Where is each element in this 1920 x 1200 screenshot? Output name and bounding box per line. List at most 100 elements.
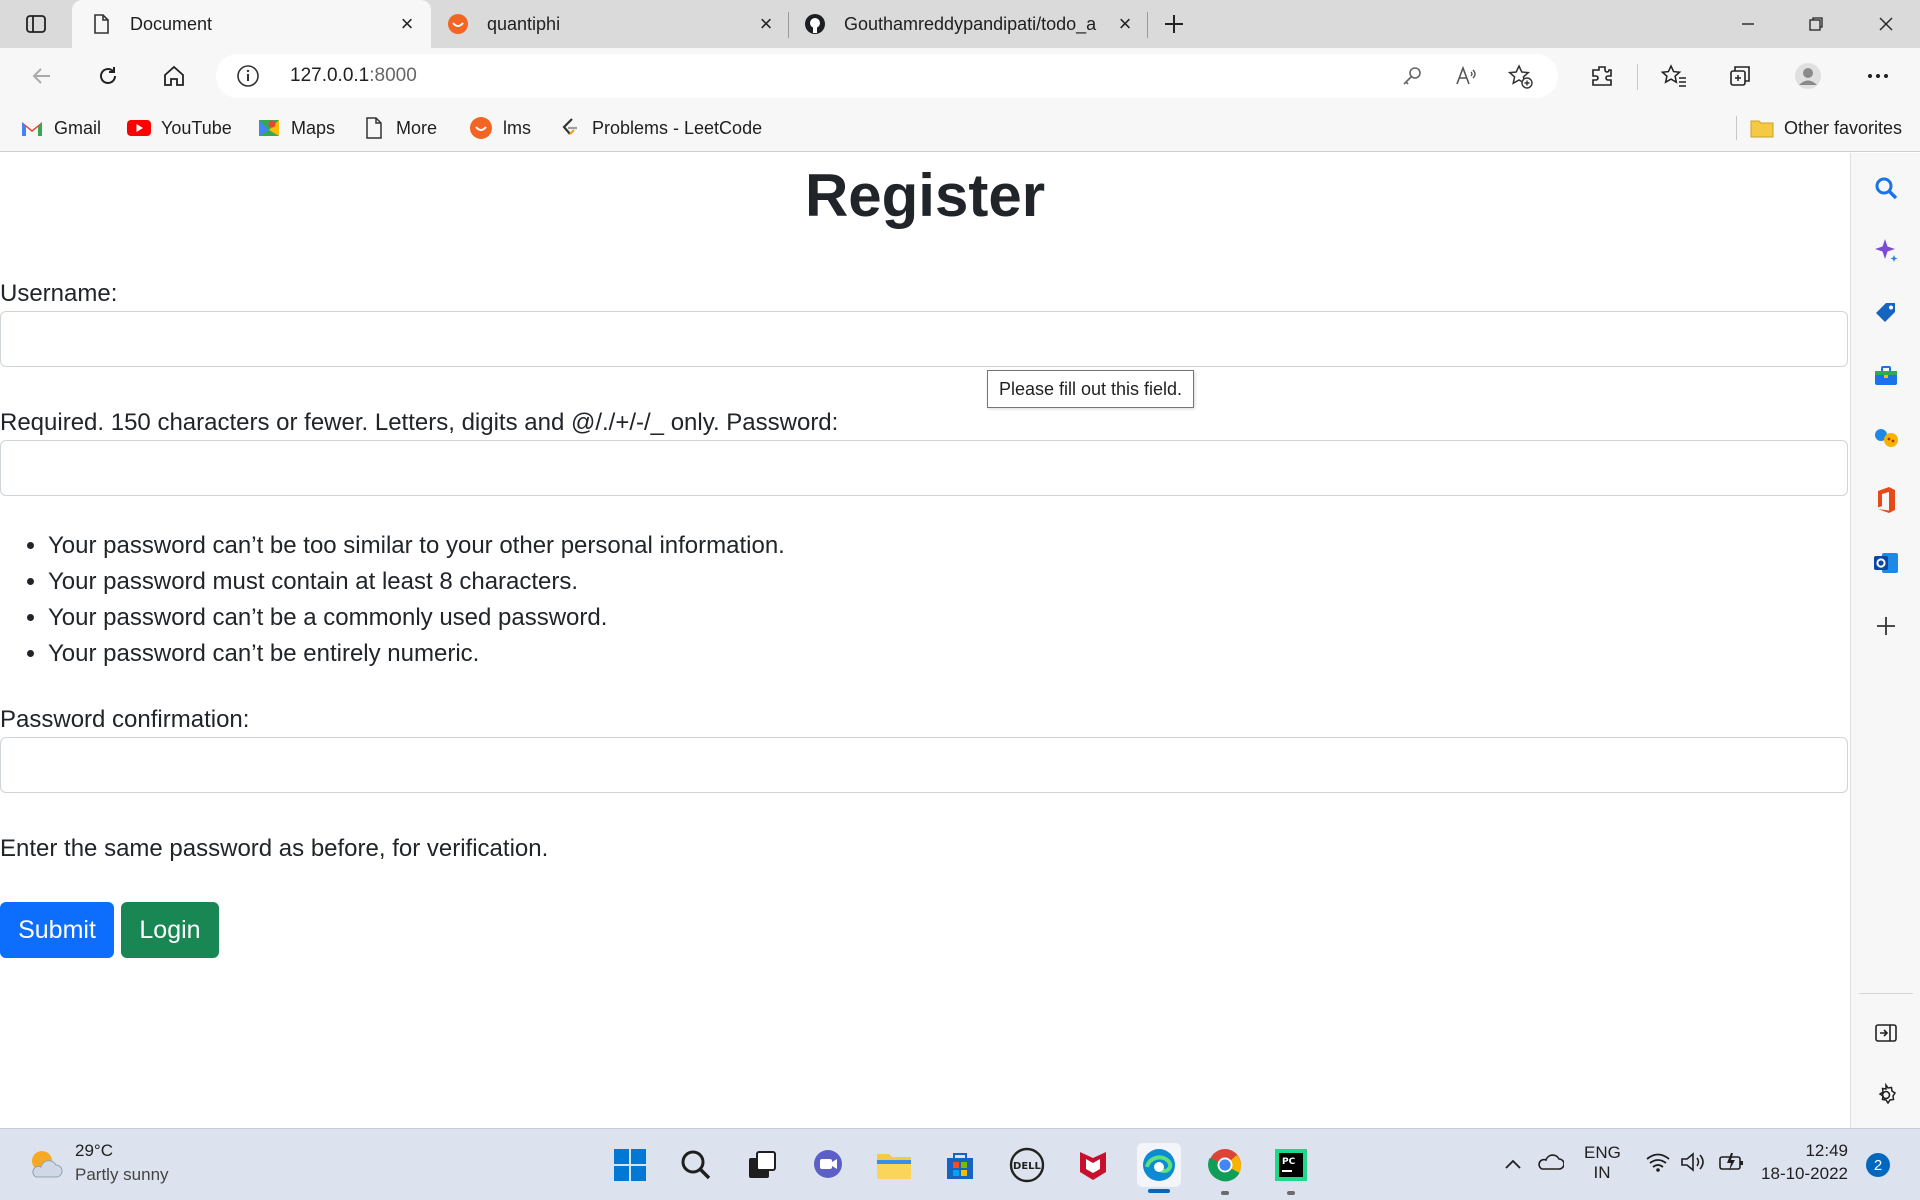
- url-port: :8000: [369, 65, 417, 86]
- folder-icon: [1750, 116, 1774, 140]
- tab-document[interactable]: Document ×: [72, 0, 431, 48]
- battery-charging-icon[interactable]: [1717, 1151, 1745, 1173]
- refresh-icon[interactable]: [88, 56, 128, 96]
- favorite-label: YouTube: [161, 117, 232, 138]
- username-input[interactable]: [0, 311, 1848, 367]
- task-view-icon[interactable]: [740, 1143, 784, 1187]
- page-title: Register: [804, 162, 1046, 229]
- close-window-icon[interactable]: [1852, 0, 1920, 48]
- discover-sparkle-icon[interactable]: [1869, 233, 1903, 267]
- username-label: Username:: [0, 280, 118, 307]
- chrome-icon[interactable]: [1203, 1143, 1247, 1187]
- home-icon[interactable]: [154, 56, 194, 96]
- password-rule: Your password must contain at least 8 ch…: [48, 564, 785, 600]
- password-input[interactable]: [0, 440, 1848, 496]
- tab-separator: [1147, 12, 1148, 38]
- minimize-icon[interactable]: [1714, 0, 1782, 48]
- favorite-more[interactable]: More: [362, 114, 437, 142]
- close-tab-icon[interactable]: ×: [393, 10, 421, 38]
- login-button[interactable]: Login: [121, 902, 219, 958]
- dell-icon[interactable]: DELL: [1005, 1143, 1049, 1187]
- outlook-icon[interactable]: [1869, 546, 1903, 580]
- tab-actions-icon[interactable]: [16, 4, 56, 44]
- password-rule: Your password can’t be entirely numeric.: [48, 636, 785, 672]
- sidebar-divider: [1859, 993, 1913, 994]
- favorite-label: Problems - LeetCode: [592, 117, 763, 138]
- restore-icon[interactable]: [1782, 0, 1850, 48]
- close-tab-icon[interactable]: ×: [1111, 10, 1139, 38]
- favorite-gmail[interactable]: Gmail: [20, 114, 101, 142]
- back-icon[interactable]: [22, 56, 62, 96]
- validation-tooltip: Please fill out this field.: [987, 370, 1194, 408]
- favorite-lms[interactable]: lms: [469, 114, 531, 142]
- games-icon[interactable]: [1869, 421, 1903, 455]
- password-confirmation-input[interactable]: [0, 737, 1848, 793]
- tab-github[interactable]: Gouthamreddypandipati/todo_a ×: [790, 0, 1149, 48]
- url-text[interactable]: 127.0.0.1:8000: [290, 65, 417, 87]
- shopping-tag-icon[interactable]: [1869, 296, 1903, 330]
- onedrive-cloud-icon[interactable]: [1536, 1151, 1564, 1173]
- system-clock[interactable]: 12:49 18-10-2022: [1760, 1141, 1848, 1184]
- sidebar-settings-icon[interactable]: [1869, 1078, 1903, 1112]
- running-app-indicator: [1221, 1191, 1229, 1195]
- tab-title: Gouthamreddypandipati/todo_a: [844, 13, 1097, 34]
- lms-icon: [469, 116, 493, 140]
- gmail-icon: [20, 116, 44, 140]
- weather-temperature[interactable]: 29°C: [75, 1141, 113, 1161]
- tab-separator: [788, 12, 789, 38]
- favorite-label: Gmail: [54, 117, 102, 138]
- read-aloud-icon[interactable]: [1454, 64, 1478, 88]
- edge-browser-icon[interactable]: [1137, 1143, 1181, 1187]
- browser-toolbar: 127.0.0.1:8000: [0, 48, 1920, 104]
- favorite-label: More: [396, 117, 438, 138]
- file-explorer-icon[interactable]: [872, 1143, 916, 1187]
- volume-icon[interactable]: [1680, 1151, 1708, 1173]
- browser-tab-strip: Document × quantiphi × Gouthamreddypandi…: [0, 0, 1920, 48]
- search-icon[interactable]: [1869, 171, 1903, 205]
- password-rule: Your password can’t be a commonly used p…: [48, 600, 785, 636]
- tools-briefcase-icon[interactable]: [1869, 359, 1903, 393]
- more-menu-icon[interactable]: [1858, 56, 1898, 96]
- pycharm-icon[interactable]: PC: [1269, 1143, 1313, 1187]
- maps-icon: [257, 116, 281, 140]
- tab-title: quantiphi: [487, 13, 561, 34]
- other-favorites-label: Other favorites: [1784, 117, 1903, 138]
- teams-chat-icon[interactable]: [806, 1143, 850, 1187]
- favorite-maps[interactable]: Maps: [257, 114, 335, 142]
- close-tab-icon[interactable]: ×: [752, 10, 780, 38]
- microsoft-store-icon[interactable]: [938, 1143, 982, 1187]
- add-sidebar-app-icon[interactable]: [1869, 609, 1903, 643]
- youtube-icon: [127, 116, 151, 140]
- taskbar-search-icon[interactable]: [674, 1143, 718, 1187]
- collections-icon[interactable]: [1720, 56, 1760, 96]
- key-icon[interactable]: [1400, 64, 1424, 88]
- leetcode-icon: [558, 116, 582, 140]
- language-indicator[interactable]: ENG IN: [1584, 1143, 1621, 1183]
- favorites-icon[interactable]: [1654, 56, 1694, 96]
- wifi-icon[interactable]: [1645, 1151, 1671, 1173]
- show-hidden-icons-chevron-icon[interactable]: [1503, 1155, 1523, 1173]
- windows-start-icon[interactable]: [608, 1143, 652, 1187]
- favorite-youtube[interactable]: YouTube: [127, 114, 232, 142]
- page-icon: [362, 116, 386, 140]
- office-icon[interactable]: [1869, 483, 1903, 517]
- document-icon: [90, 13, 112, 35]
- svg-text:PC: PC: [1282, 1157, 1296, 1167]
- notification-count-badge[interactable]: 2: [1866, 1153, 1890, 1177]
- site-info-icon[interactable]: [236, 64, 260, 88]
- other-favorites[interactable]: Other favorites: [1750, 114, 1902, 142]
- favorite-label: lms: [503, 117, 531, 138]
- weather-partly-sunny-icon[interactable]: [26, 1145, 64, 1183]
- profile-avatar-icon[interactable]: [1788, 56, 1828, 96]
- extensions-icon[interactable]: [1582, 56, 1622, 96]
- add-favorite-icon[interactable]: [1508, 64, 1534, 90]
- address-bar[interactable]: 127.0.0.1:8000: [216, 54, 1558, 98]
- url-host: 127.0.0.1: [290, 65, 370, 86]
- new-tab-icon[interactable]: [1154, 4, 1194, 44]
- favorite-leetcode[interactable]: Problems - LeetCode: [558, 114, 762, 142]
- submit-button[interactable]: Submit: [0, 902, 114, 958]
- mcafee-icon[interactable]: [1071, 1143, 1115, 1187]
- tab-quantiphi[interactable]: quantiphi ×: [431, 0, 790, 48]
- hide-sidebar-icon[interactable]: [1869, 1016, 1903, 1050]
- weather-condition[interactable]: Partly sunny: [75, 1165, 169, 1185]
